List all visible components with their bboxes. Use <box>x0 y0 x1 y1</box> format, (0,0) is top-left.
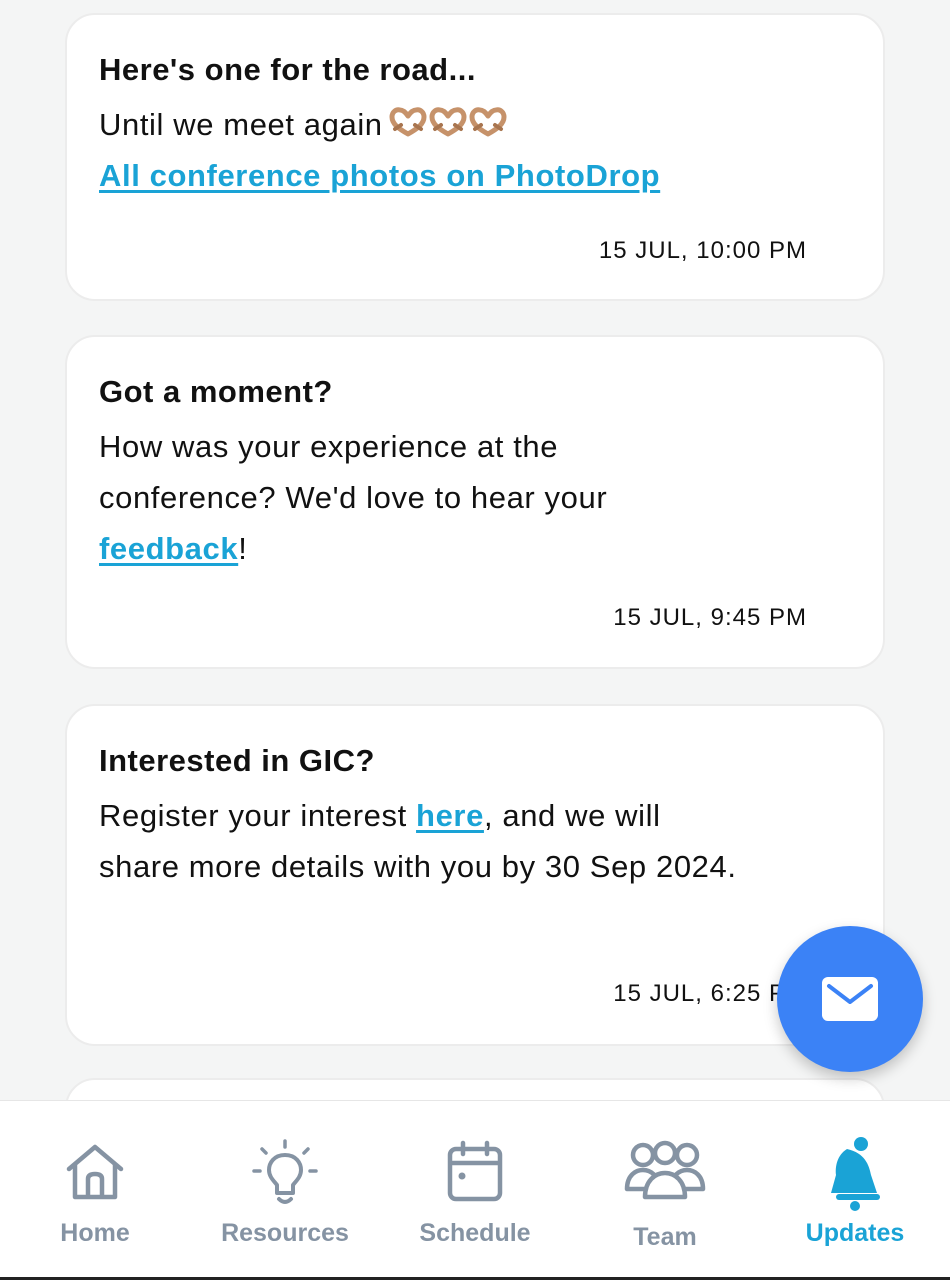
tab-label: Resources <box>221 1219 349 1247</box>
tab-home[interactable]: Home <box>0 1101 190 1276</box>
tab-label: Schedule <box>419 1219 531 1247</box>
message-card: Here's one for the road... Until we meet… <box>65 13 885 301</box>
tab-resources[interactable]: Resources <box>190 1101 380 1276</box>
tab-label: Team <box>633 1223 697 1251</box>
lightbulb-icon <box>252 1139 318 1204</box>
message-text: Register your interest <box>99 798 407 833</box>
heart-hands-emoji <box>389 107 507 137</box>
home-icon <box>66 1144 124 1200</box>
message-card <box>65 1078 885 1100</box>
register-interest-link[interactable]: here <box>416 798 484 833</box>
tab-label: Home <box>60 1219 130 1247</box>
message-body: How was your experience at the conferenc… <box>99 421 699 574</box>
message-card: Got a moment? How was your experience at… <box>65 335 885 669</box>
tab-schedule[interactable]: Schedule <box>380 1101 570 1276</box>
bottom-tab-bar: Home Resources Schedule Team Updates <box>0 1100 950 1280</box>
mail-icon <box>822 977 878 1021</box>
bell-icon <box>831 1137 880 1211</box>
calendar-icon <box>447 1140 503 1202</box>
team-icon <box>624 1140 706 1200</box>
message-timestamp: 15 JUL, 9:45 PM <box>613 604 807 631</box>
tab-label: Updates <box>805 1219 905 1247</box>
tab-team[interactable]: Team <box>570 1101 760 1276</box>
compose-message-button[interactable] <box>777 926 923 1072</box>
message-title: Interested in GIC? <box>99 743 375 778</box>
feedback-link[interactable]: feedback <box>99 531 238 566</box>
updates-feed[interactable]: Here's one for the road... Until we meet… <box>0 0 950 1100</box>
message-body: Register your interest here, and we will… <box>99 790 739 892</box>
tab-updates[interactable]: Updates <box>760 1101 950 1276</box>
message-card: Interested in GIC? Register your interes… <box>65 704 885 1046</box>
message-text-suffix: ! <box>238 531 248 566</box>
message-title: Got a moment? <box>99 374 333 409</box>
message-text: Until we meet again <box>99 107 383 142</box>
message-body: Until we meet again All conference photo… <box>99 99 851 201</box>
message-text: How was your experience at the conferenc… <box>99 429 608 515</box>
message-timestamp: 15 JUL, 10:00 PM <box>598 237 807 264</box>
photodrop-link[interactable]: All conference photos on PhotoDrop <box>99 158 660 193</box>
message-title: Here's one for the road... <box>99 52 476 87</box>
